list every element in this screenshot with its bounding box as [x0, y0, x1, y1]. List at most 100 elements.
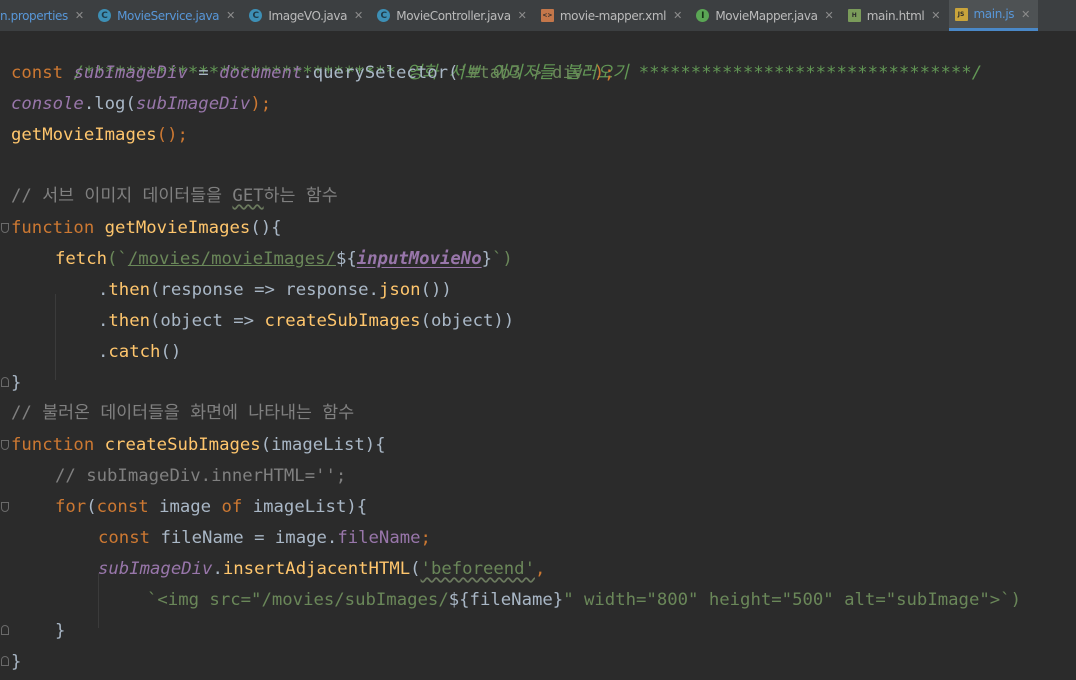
punctuation: (){ [250, 218, 282, 238]
tab-label: n.properties [0, 8, 68, 23]
identifier: imageList){ [252, 497, 368, 517]
close-icon[interactable]: ✕ [226, 9, 235, 22]
code-line: fetch(`/movies/movieImages/${inputMovieN… [55, 244, 513, 275]
template-expression: ${fileName} [448, 590, 564, 610]
punctuation: (object)) [420, 311, 515, 331]
fold-marker-icon[interactable] [1, 625, 9, 635]
tab-label: MovieController.java [396, 8, 511, 23]
close-icon[interactable]: ✕ [354, 9, 363, 22]
close-icon[interactable]: ✕ [518, 9, 527, 22]
code-line: function createSubImages(imageList){ [11, 430, 386, 461]
arrow-function: (object => [150, 311, 265, 331]
template-string: (` [107, 249, 128, 269]
class-icon: C [98, 9, 112, 22]
variable: console [11, 94, 84, 114]
tab-label: main.js [973, 7, 1015, 21]
identifier: fileName = image. [160, 528, 338, 548]
line-comment: // 불러온 데이터들을 화면에 나타내는 함수 [11, 403, 355, 423]
close-icon[interactable]: ✕ [1021, 8, 1030, 21]
variable: inputMovieNo [356, 249, 482, 269]
fold-marker-icon[interactable] [1, 502, 9, 512]
function-name: createSubImages [104, 435, 261, 455]
code-line: for(const image of imageList){ [55, 492, 367, 523]
fold-marker-icon[interactable] [1, 223, 9, 233]
variable: subImageDiv [98, 559, 213, 579]
code-line: function getMovieImages(){ [11, 213, 282, 244]
function-call: fetch [55, 249, 108, 269]
punctuation: (); [156, 125, 188, 145]
code-line: getMovieImages(); [11, 120, 188, 151]
property: fileName [337, 528, 421, 548]
code-line: .then(object => createSubImages(object)) [98, 306, 514, 337]
method-call: json [378, 280, 421, 300]
punctuation: ( [410, 559, 421, 579]
code-line: console.log(subImageDiv); [11, 89, 271, 120]
code-editor[interactable]: /****************************** 영화 서브 이미… [0, 31, 1076, 680]
keyword: function [11, 218, 105, 238]
template-string: /movies/movieImages/ [127, 249, 336, 269]
string: '#tab3 > div' [458, 63, 594, 83]
code-line: subImageDiv.insertAdjacentHTML('beforeen… [98, 554, 545, 585]
method-call: .log( [83, 94, 136, 114]
fold-marker-icon[interactable] [1, 377, 9, 387]
code-line: .catch() [98, 337, 181, 368]
punctuation: ; [420, 528, 431, 548]
xml-file-icon: <> [540, 9, 554, 22]
template-string: " width="800" height="500" alt="subImage… [563, 590, 1021, 610]
line-comment: // subImageDiv.innerHTML=''; [55, 466, 347, 486]
class-icon: C [377, 9, 391, 22]
punctuation: . [98, 280, 109, 300]
code-line: // 서브 이미지 데이터들을 GET하는 함수 [11, 181, 338, 212]
arrow-function: (response => response. [150, 280, 379, 300]
code-line: const fileName = image.fileName; [98, 523, 431, 554]
template-expression: ${ [335, 249, 357, 269]
keyword: function [11, 435, 105, 455]
code-line: /****************************** 영화 서브 이미… [11, 27, 982, 83]
keyword: const [98, 528, 161, 548]
code-line: `<img src="/movies/subImages/${fileName}… [147, 585, 1021, 616]
string: 'beforeend' [420, 559, 535, 579]
line-comment: // 서브 이미지 데이터들을 [11, 186, 233, 206]
close-icon[interactable]: ✕ [75, 9, 84, 22]
code-line: .then(response => response.json()) [98, 275, 452, 306]
punctuation: ); [593, 63, 615, 83]
variable: subImageDiv [135, 94, 251, 114]
punctuation: () [160, 342, 182, 362]
class-icon: C [249, 9, 263, 22]
interface-icon: I [696, 9, 710, 22]
html-file-icon: H [847, 9, 861, 22]
ide-window: n.properties ✕ C MovieService.java ✕ C I… [0, 0, 1076, 680]
tab-label: main.html [866, 8, 925, 23]
method-call: insertAdjacentHTML [222, 559, 411, 579]
code-line: } [11, 368, 21, 399]
punctuation: ()) [420, 280, 452, 300]
method-call: catch [108, 342, 161, 362]
close-icon[interactable]: ✕ [825, 9, 834, 22]
punctuation: . [98, 311, 109, 331]
js-file-icon: JS [954, 7, 968, 21]
closing-brace: } [11, 652, 22, 672]
fold-marker-icon[interactable] [1, 656, 9, 666]
fold-marker-icon[interactable] [1, 440, 9, 450]
close-icon[interactable]: ✕ [931, 9, 940, 22]
close-icon[interactable]: ✕ [673, 9, 682, 22]
keyword: for [55, 497, 87, 517]
code-line: const subImageDiv = document.querySelect… [11, 58, 615, 89]
closing-brace: } [11, 373, 22, 393]
function-call: createSubImages [264, 311, 421, 331]
method-call: then [108, 280, 151, 300]
keyword: const [96, 497, 160, 517]
function-call: getMovieImages [11, 125, 157, 145]
keyword: of [221, 497, 253, 517]
code-line: } [55, 616, 65, 647]
code-line: } [11, 647, 21, 678]
keyword: const [11, 63, 74, 83]
code-line: // 불러온 데이터들을 화면에 나타내는 함수 [11, 398, 354, 429]
tab-label: ImageVO.java [268, 8, 348, 23]
identifier: image [159, 497, 222, 517]
punctuation: . [98, 342, 109, 362]
method-call: .querySelector( [302, 63, 459, 83]
code-line: // subImageDiv.innerHTML=''; [55, 461, 346, 492]
tab-label: MovieMapper.java [715, 8, 818, 23]
operator: = [187, 63, 220, 83]
